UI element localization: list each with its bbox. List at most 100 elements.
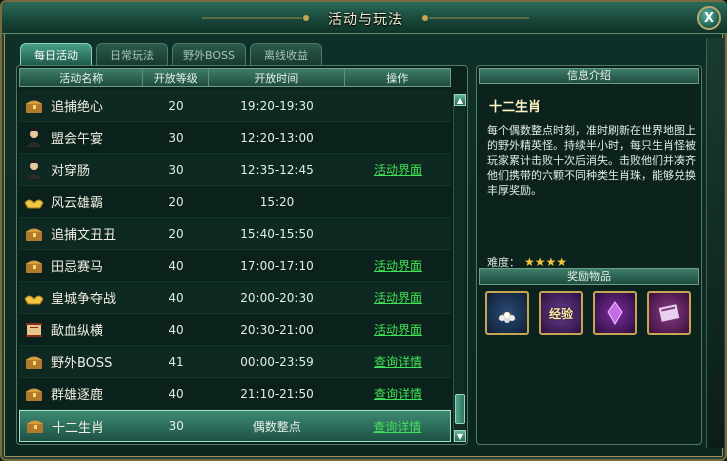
activity-name: 追捕文丑丑 [51,228,117,243]
row-name-cell: 野外BOSS [19,346,143,377]
table-row[interactable]: 盟会午宴 30 12:20-13:00 [19,122,451,154]
activity-list-panel: 活动名称 开放等级 开放时间 操作 追捕绝心 20 19:20-19:30 盟会午宴 3… [16,65,468,445]
star-icon: ★ [545,255,557,269]
activity-name: 追捕绝心 [51,100,104,115]
reward-book-icon[interactable] [647,291,691,335]
rating-stars: ★★★★ [524,255,567,269]
activity-name: 皇城争夺战 [51,292,117,307]
row-action-cell: 查询详情 [344,411,450,441]
action-link[interactable]: 查询详情 [373,418,421,435]
row-name-cell: 盟会午宴 [19,122,143,153]
tab-offline-earnings[interactable]: 离线收益 [249,43,322,65]
tab-daily-activity[interactable]: 每日活动 [20,43,92,65]
star-icon: ★ [524,255,535,269]
row-action-cell: 活动界面 [345,314,451,345]
scroll-thumb[interactable] [455,394,465,424]
action-link[interactable]: 查询详情 [374,353,422,370]
activity-time: 20:30-21:00 [240,322,314,337]
table-header: 活动名称 开放等级 开放时间 操作 [19,68,451,87]
treasure-chest-icon [23,351,45,373]
activity-name: 野外BOSS [51,356,113,371]
activity-time: 00:00-23:59 [240,354,314,369]
close-icon: X [703,10,715,26]
tab-field-boss[interactable]: 野外BOSS [172,43,246,65]
activity-time: 21:10-21:50 [240,386,314,401]
table-row[interactable]: 十二生肖 30 偶数整点 查询详情 [19,410,451,442]
treasure-chest-icon [23,255,45,277]
column-header-time: 开放时间 [209,69,345,86]
row-action-cell [345,186,451,217]
row-name-cell: 田忌赛马 [19,250,143,281]
reward-pearls-pouch-icon[interactable] [485,291,529,335]
table-row[interactable]: 对穿肠 30 12:35-12:45 活动界面 [19,154,451,186]
row-name-cell: 对穿肠 [19,154,143,185]
activity-level: 20 [168,226,184,241]
rewards-header: 奖励物品 [479,268,699,285]
activity-name: 群雄逐鹿 [51,388,104,403]
table-row[interactable]: 野外BOSS 41 00:00-23:59 查询详情 [19,346,451,378]
table-row[interactable]: 追捕绝心 20 19:20-19:30 [19,90,451,122]
table-row[interactable]: 歃血纵横 40 20:30-21:00 活动界面 [19,314,451,346]
activity-time: 15:20 [259,194,295,209]
gold-ingot-icon [23,287,45,309]
gold-ingot-icon [23,191,45,213]
info-panel: 信息介绍 十二生肖 每个偶数整点时刻，准时刷新在世界地图上的野外精英怪。持续半小… [476,65,702,445]
activity-table: 追捕绝心 20 19:20-19:30 盟会午宴 30 12:20-13:00 对穿肠 30 1… [19,90,451,442]
row-action-cell: 活动界面 [345,282,451,313]
activity-level: 41 [168,354,184,369]
reward-purple-crystal-icon[interactable] [593,291,637,335]
row-name-cell: 追捕文丑丑 [19,218,143,249]
activity-window: 活动与玩法 X 每日活动 日常玩法 野外BOSS 离线收益 活动名称 开放等级 … [0,0,727,461]
activity-time: 12:35-12:45 [240,162,314,177]
row-name-cell: 风云雄霸 [19,186,143,217]
scroll-up-button[interactable]: ▲ [454,94,466,106]
character-portrait-icon [23,159,45,181]
treasure-chest-icon [23,95,45,117]
activity-level: 20 [168,194,184,209]
activity-level: 30 [168,130,184,145]
activity-name: 对穿肠 [51,164,91,179]
table-row[interactable]: 群雄逐鹿 40 21:10-21:50 查询详情 [19,378,451,410]
treasure-chest-icon [24,415,46,437]
activity-level: 40 [168,258,184,273]
row-action-cell [345,90,451,121]
action-link[interactable]: 活动界面 [374,161,422,178]
row-action-cell [345,218,451,249]
table-row[interactable]: 风云雄霸 20 15:20 [19,186,451,218]
activity-level: 30 [168,162,184,177]
activity-level: 40 [168,322,184,337]
activity-time: 17:00-17:10 [240,258,314,273]
scroll-down-button[interactable]: ▼ [454,430,466,442]
column-header-level: 开放等级 [143,69,210,86]
window-title: 活动与玩法 [328,12,403,28]
star-icon: ★ [556,255,568,269]
activity-time: 19:20-19:30 [240,98,314,113]
table-row[interactable]: 皇城争夺战 40 20:00-20:30 活动界面 [19,282,451,314]
close-button[interactable]: X [697,6,721,30]
row-name-cell: 追捕绝心 [19,90,143,121]
star-icon: ★ [534,255,546,269]
activity-time: 12:20-13:00 [240,130,314,145]
row-action-cell: 活动界面 [345,154,451,185]
action-link[interactable]: 查询详情 [374,385,422,402]
activity-level: 40 [168,290,184,305]
tab-bar: 每日活动 日常玩法 野外BOSS 离线收益 [20,43,322,65]
column-header-action: 操作 [386,71,409,85]
action-link[interactable]: 活动界面 [374,257,422,274]
table-row[interactable]: 追捕文丑丑 20 15:40-15:50 [19,218,451,250]
activity-name: 十二生肖 [52,420,105,436]
window-edge-decoration [706,38,724,448]
reward-experience-scroll-icon[interactable]: 经验 [539,291,583,335]
column-header-name: 活动名称 [20,69,144,86]
activity-name: 田忌赛马 [51,260,104,275]
activity-name: 盟会午宴 [51,132,104,147]
scroll-icon [23,319,45,341]
action-link[interactable]: 活动界面 [374,289,422,306]
table-row[interactable]: 田忌赛马 40 17:00-17:10 活动界面 [19,250,451,282]
activity-title: 十二生肖 [489,100,542,115]
tab-daily-gameplay[interactable]: 日常玩法 [96,43,168,65]
action-link[interactable]: 活动界面 [374,321,422,338]
row-name-cell: 十二生肖 [20,411,143,441]
row-action-cell: 活动界面 [345,250,451,281]
scrollbar[interactable]: ▲ ▼ [453,94,466,442]
